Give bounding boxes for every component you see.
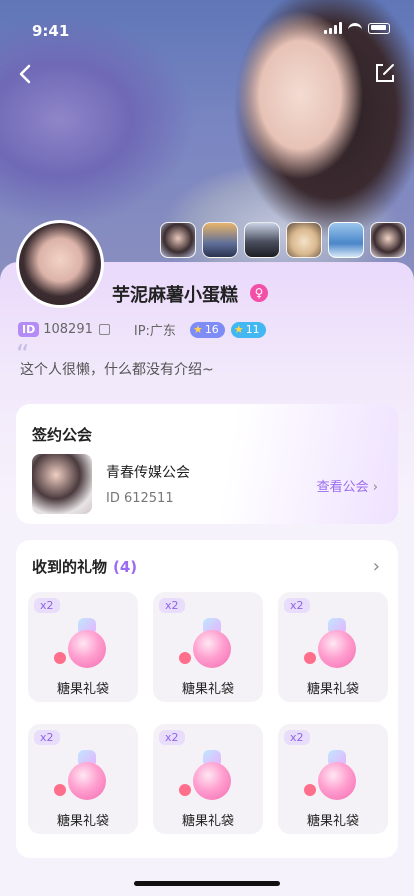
gift-name: 糖果礼袋 — [181, 682, 234, 697]
photo-thumbnails — [160, 222, 406, 258]
photo-thumbnail[interactable] — [202, 222, 238, 258]
user-id: 108291 — [43, 322, 93, 337]
candy-bag-icon — [179, 618, 235, 668]
guild-logo — [32, 454, 92, 514]
id-row: ID 108291 IP:广东 ★ 16 ★ 11 — [18, 320, 266, 339]
candy-bag-icon — [304, 750, 360, 800]
battery-icon — [368, 22, 390, 34]
gift-item[interactable]: x2 糖果礼袋 — [278, 592, 388, 702]
candy-bag-icon — [54, 750, 110, 800]
gift-quantity: x2 — [34, 598, 60, 613]
gift-quantity: x2 — [159, 730, 185, 745]
chevron-right-icon[interactable]: › — [373, 556, 380, 577]
guild-card: 签约公会 青春传媒公会 ID 612511 查看公会 › — [16, 404, 398, 524]
gift-quantity: x2 — [34, 730, 60, 745]
guild-section-title: 签约公会 — [32, 426, 93, 444]
photo-thumbnail[interactable] — [370, 222, 406, 258]
gift-item[interactable]: x2 糖果礼袋 — [153, 724, 263, 834]
gift-name: 糖果礼袋 — [56, 814, 109, 829]
wifi-icon — [348, 23, 362, 33]
ip-location: IP:广东 — [133, 324, 176, 339]
star-icon: ★ — [233, 323, 244, 336]
wealth-level-badge: ★ 16 — [189, 321, 225, 338]
copy-icon[interactable] — [98, 324, 110, 335]
view-guild-link[interactable]: 查看公会 › — [317, 476, 378, 495]
back-icon[interactable] — [14, 62, 38, 86]
id-badge: ID — [18, 322, 40, 337]
gift-grid: x2 糖果礼袋 x2 糖果礼袋 x2 糖果礼袋 x2 糖果礼袋 x2 糖果礼袋 x2 糖果礼… — [28, 592, 388, 834]
gift-name: 糖果礼袋 — [181, 814, 234, 829]
gifts-section-title: 收到的礼物 (4) — [32, 558, 138, 576]
gift-name: 糖果礼袋 — [306, 682, 359, 697]
photo-thumbnail[interactable] — [286, 222, 322, 258]
gift-item[interactable]: x2 糖果礼袋 — [153, 592, 263, 702]
candy-bag-icon — [179, 750, 235, 800]
gift-quantity: x2 — [284, 598, 310, 613]
gift-quantity: x2 — [159, 598, 185, 613]
avatar[interactable] — [16, 220, 104, 308]
photo-thumbnail[interactable] — [328, 222, 364, 258]
star-icon: ★ — [192, 323, 203, 336]
guild-id: ID 612511 — [106, 491, 174, 506]
photo-thumbnail[interactable] — [160, 222, 196, 258]
gift-item[interactable]: x2 糖果礼袋 — [28, 724, 138, 834]
candy-bag-icon — [54, 618, 110, 668]
status-time: 9:41 — [32, 22, 70, 40]
gift-item[interactable]: x2 糖果礼袋 — [278, 724, 388, 834]
status-bar: 9:41 — [0, 0, 414, 44]
gift-name: 糖果礼袋 — [306, 814, 359, 829]
gifts-count: (4) — [113, 558, 138, 576]
gift-item[interactable]: x2 糖果礼袋 — [28, 592, 138, 702]
gifts-card: 收到的礼物 (4) › x2 糖果礼袋 x2 糖果礼袋 x2 糖果礼袋 x2 糖果礼袋 x… — [16, 540, 398, 858]
intro-text: 这个人很懒，什么都没有介绍~ — [20, 362, 214, 378]
chevron-right-icon: › — [372, 480, 378, 495]
guild-name: 青春传媒公会 — [106, 465, 190, 481]
gift-name: 糖果礼袋 — [56, 682, 109, 697]
gift-quantity: x2 — [284, 730, 310, 745]
female-icon: ♀ — [250, 284, 268, 302]
photo-thumbnail[interactable] — [244, 222, 280, 258]
user-name: 芋泥麻薯小蛋糕 — [112, 285, 238, 306]
charm-level-badge: ★ 11 — [230, 321, 266, 338]
signal-icon — [324, 22, 342, 34]
candy-bag-icon — [304, 618, 360, 668]
home-indicator[interactable] — [134, 881, 280, 886]
edit-icon[interactable] — [374, 62, 396, 84]
